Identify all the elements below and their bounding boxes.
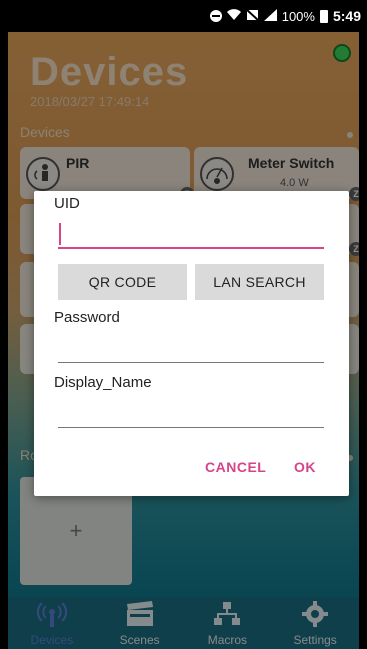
uid-label: UID [54,195,80,212]
lan-search-button[interactable]: LAN SEARCH [195,264,324,300]
do-not-disturb-icon [209,10,222,22]
display-name-label: Display_Name [54,374,152,391]
qr-code-button[interactable]: QR CODE [58,264,187,300]
battery-icon [319,9,328,23]
no-sim-icon [245,7,260,24]
clock: 5:49 [332,8,361,24]
cancel-button[interactable]: CANCEL [205,459,266,475]
password-input[interactable] [58,333,324,363]
uid-input[interactable] [58,219,324,249]
status-bar: 100% 5:49 [0,0,367,32]
battery-percent: 100% [281,8,315,24]
cell-signal-icon [263,8,277,24]
ok-button[interactable]: OK [294,459,316,475]
wifi-icon [226,8,241,24]
add-device-dialog: UID QR CODE LAN SEARCH Password Display_… [34,191,349,496]
display-name-input[interactable] [58,398,324,428]
text-cursor [59,223,61,245]
password-label: Password [54,309,120,326]
